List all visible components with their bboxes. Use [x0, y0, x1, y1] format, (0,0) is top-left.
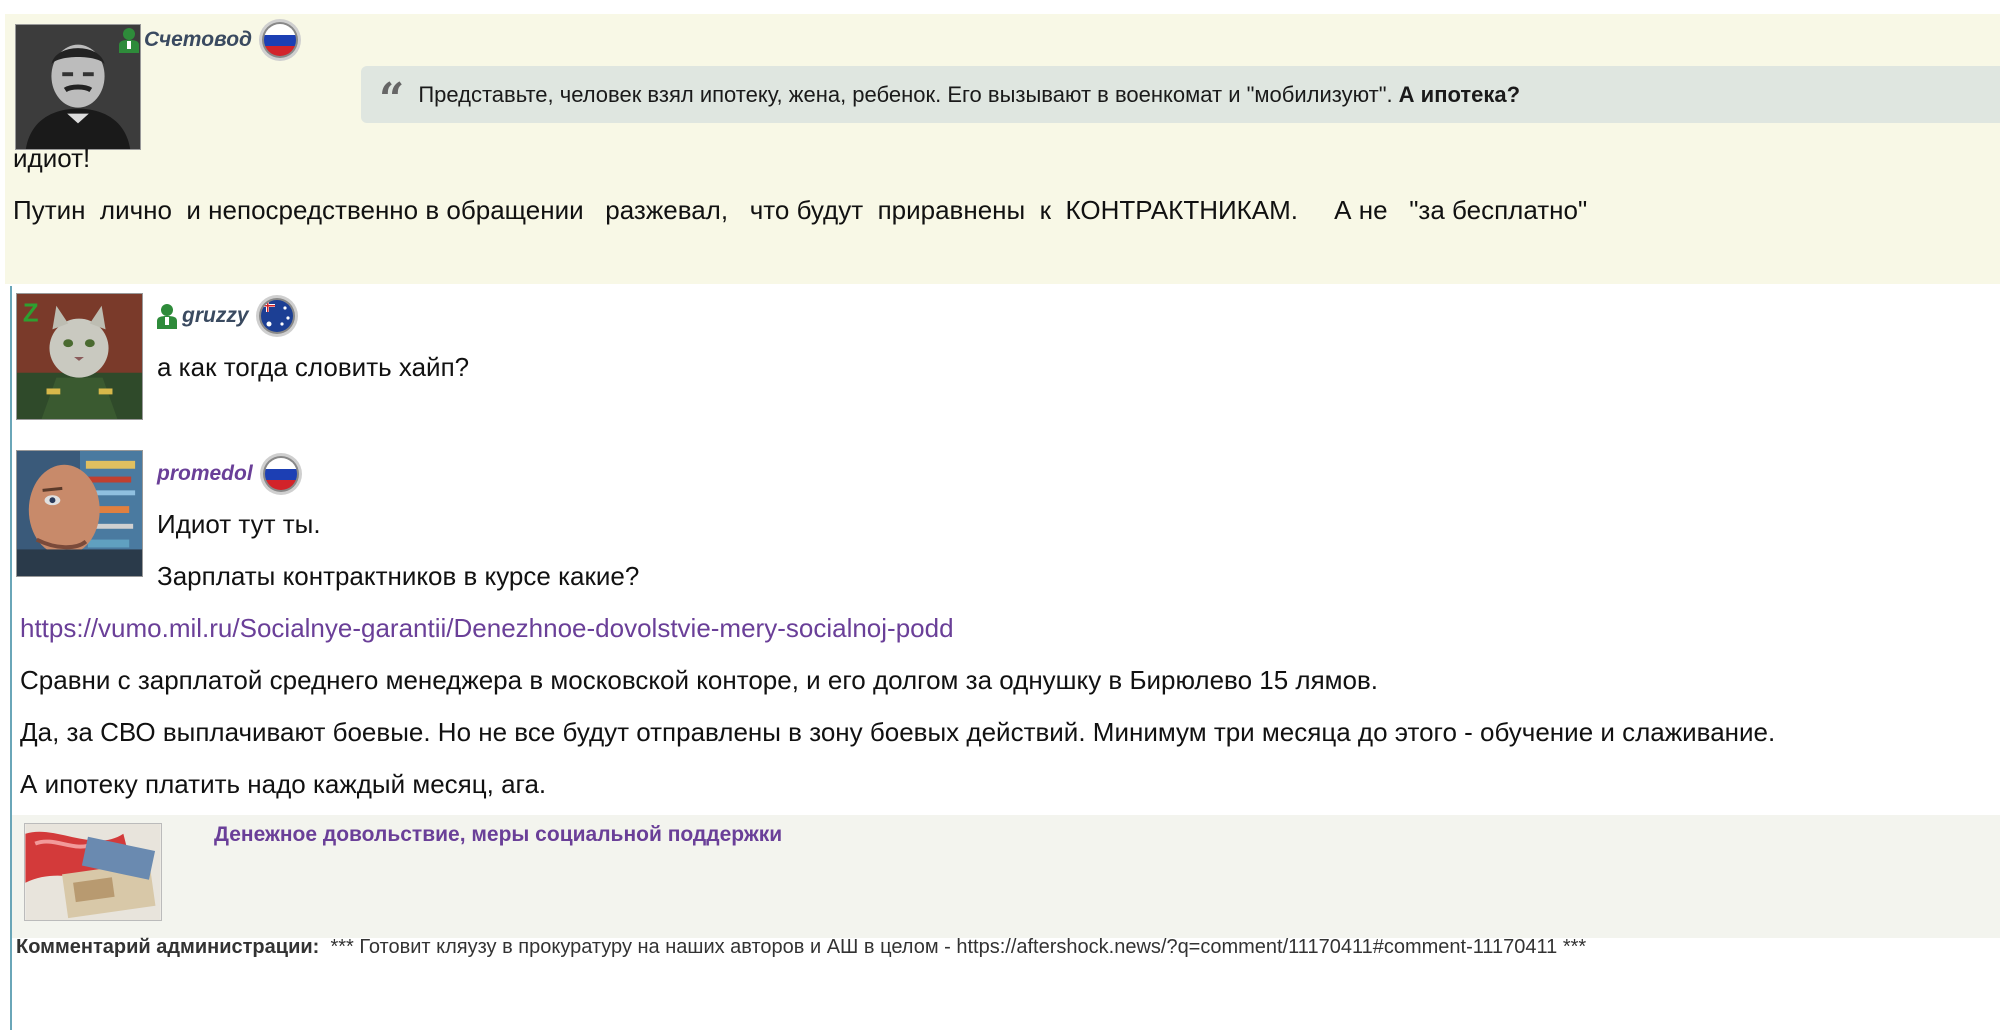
- author-name[interactable]: gruzzy: [182, 304, 249, 328]
- comment-text-line: Путин лично и непосредственно в обращени…: [13, 195, 1588, 225]
- admin-comment: Комментарий администрации: *** Готовит к…: [16, 936, 1586, 959]
- author-name[interactable]: promedol: [157, 462, 253, 486]
- quote-bold-text: А ипотека?: [1398, 81, 1521, 107]
- preview-thumbnail[interactable]: [24, 823, 162, 921]
- comment-text-line: идиот!: [13, 143, 91, 173]
- author-line-gruzzy: gruzzy: [156, 294, 299, 338]
- top-comment: Счетовод “ Представьте, человек взял ипо…: [5, 14, 2000, 284]
- reply-text-line: Сравни с зарплатой среднего менеджера в …: [20, 665, 1379, 695]
- external-link[interactable]: https://vumo.mil.ru/Socialnye-garantii/D…: [20, 613, 954, 644]
- reply-text-line: Да, за СВО выплачивают боевые. Но не все…: [20, 717, 1776, 747]
- user-icon: [156, 303, 178, 329]
- reply-text-line: Зарплаты контрактников в курсе какие?: [157, 561, 640, 591]
- reply-text-line: Идиот тут ты.: [157, 509, 321, 539]
- australia-flag-icon: [255, 294, 299, 338]
- russia-flag-icon: [258, 18, 302, 62]
- reply-text-line: А ипотеку платить надо каждый месяц, ага…: [20, 769, 547, 799]
- avatar-promedol[interactable]: [16, 450, 143, 577]
- author-name[interactable]: Счетовод: [144, 28, 252, 52]
- author-line-schetovod: Счетовод: [118, 18, 302, 62]
- quote-text: Представьте, человек взял ипотеку, жена,…: [418, 81, 1393, 107]
- avatar-gruzzy[interactable]: Z: [16, 293, 143, 420]
- link-preview-card[interactable]: Денежное довольствие, меры социальной по…: [12, 815, 2000, 938]
- quote-icon: “: [379, 73, 405, 125]
- avatar-glitch-portrait-image: [17, 451, 142, 576]
- author-line-promedol: promedol: [157, 452, 303, 496]
- reply-text-line: а как тогда словить хайп?: [157, 352, 470, 382]
- banknotes-image: [25, 824, 161, 920]
- comment-thread-page: Счетовод “ Представьте, человек взял ипо…: [0, 0, 2000, 1030]
- svg-text:Z: Z: [23, 300, 39, 328]
- russia-flag-icon: [259, 452, 303, 496]
- admin-comment-label: Комментарий администрации:: [16, 936, 320, 958]
- avatar-cat-general-image: Z: [17, 294, 142, 419]
- quote-block: “ Представьте, человек взял ипотеку, жен…: [361, 66, 2000, 123]
- admin-comment-text: *** Готовит кляузу в прокуратуру на наши…: [330, 936, 1587, 958]
- user-icon: [118, 27, 140, 53]
- preview-title-link[interactable]: Денежное довольствие, меры социальной по…: [214, 823, 782, 847]
